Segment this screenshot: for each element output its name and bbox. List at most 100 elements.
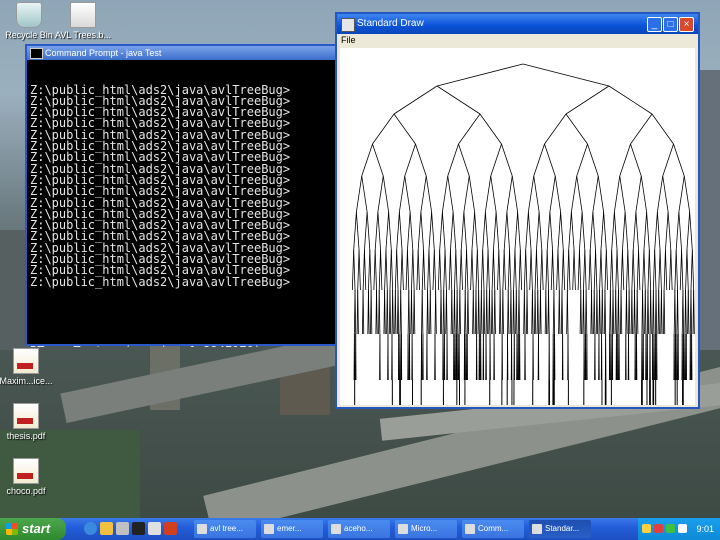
tree-edge [626,289,628,335]
tree-edge [511,175,519,213]
tree-edge [605,249,609,291]
tray-icon[interactable] [654,524,663,533]
desktop-icon-avl-trees[interactable]: AVL Trees.b... [48,2,118,40]
app-icon[interactable] [164,522,177,535]
taskbar-button[interactable]: emer... [261,520,323,538]
command-prompt-window[interactable]: Command Prompt - java Test Z:\public_htm… [25,44,345,347]
tree-edge [429,289,432,335]
tree-edge [593,249,596,291]
tree-edge [553,289,555,335]
tree-edge [619,175,626,213]
recycle-bin-icon [16,2,42,28]
ie-icon[interactable] [84,522,97,535]
tree-edge [493,211,497,251]
notepad-icon[interactable] [148,522,161,535]
tester-output: BTree Tester (version 1.3247179)insert (… [30,345,340,347]
desktop-icon-thesis[interactable]: thesis.pdf [0,403,61,441]
tree-edge [642,289,644,335]
tree-edge [482,211,486,251]
tree-edge [468,175,476,213]
standard-draw-titlebar[interactable]: Standard Draw _ □ × [337,14,698,34]
tree-edge [490,143,502,177]
taskbar-button[interactable]: aceho... [328,520,390,538]
tree-edge [503,211,508,251]
tree-edge [458,113,481,145]
menu-file[interactable]: File [341,35,356,45]
standard-draw-window[interactable]: Standard Draw _ □ × File [335,12,700,431]
tree-edge [656,211,661,251]
tray-icon[interactable] [642,524,651,533]
tree-edge [546,211,551,251]
tree-edge [447,175,454,213]
taskbar-button[interactable]: Micro... [395,520,457,538]
taskbar-button-label: Comm... [478,524,509,533]
taskbar-button[interactable]: avl tree... [194,520,256,538]
tree-edge [459,249,462,291]
tree-edge [354,289,357,335]
tree-edge [420,211,424,251]
tree-edge [577,249,580,291]
tree-edge [491,249,494,291]
avl-tree-drawing [351,63,695,431]
tree-edge [393,113,416,145]
taskbar-button[interactable]: Comm... [462,520,524,538]
tree-edge [624,211,629,251]
tree-edge [358,249,361,291]
tree-edge [611,211,615,251]
tree-edge [654,211,658,251]
console-output[interactable]: Z:\public_html\ads2\java\avlTreeBug> Z:\p… [27,60,343,347]
tree-edge [436,63,524,87]
tree-edge [401,249,404,291]
tree-edge [373,249,376,291]
tree-edge [613,211,618,251]
tree-edge [527,175,535,213]
drawing-canvas[interactable] [340,48,695,431]
tree-edge [486,289,488,335]
tree-edge [550,249,553,291]
folder-icon[interactable] [100,522,113,535]
desktop-icon-maxim[interactable]: Maxim...ice... [0,348,61,386]
tree-edge [583,289,585,335]
tree-edge [675,211,680,251]
minimize-button[interactable]: _ [647,17,662,32]
pdf-icon [13,403,39,429]
close-button[interactable]: × [679,17,694,32]
tree-edge [565,85,610,115]
tree-edge [545,289,547,335]
tree-edge [549,175,556,213]
tree-edge [554,175,562,213]
tree-edge [433,249,437,291]
tree-edge [441,211,446,251]
tree-edge [579,211,583,251]
volume-icon[interactable] [678,524,687,533]
tree-edge [364,249,367,291]
media-icon[interactable] [116,522,129,535]
network-icon[interactable] [666,524,675,533]
tree-edge [458,143,470,177]
tree-edge [665,249,668,291]
tree-edge [355,211,360,251]
tree-edge [397,289,400,335]
tree-edge [437,249,441,291]
tree-edge [374,249,377,291]
tree-edge [405,249,408,291]
tree-edge [366,211,371,251]
document-icon [70,2,96,28]
tree-edge [478,289,480,335]
tree-edge [499,289,502,335]
desktop-icon-choco[interactable]: choco.pdf [0,458,61,496]
tree-edge [580,289,582,335]
tree-edge [640,175,648,213]
tree-edge [484,211,489,251]
maximize-button[interactable]: □ [663,17,678,32]
command-prompt-titlebar[interactable]: Command Prompt - java Test [27,46,343,60]
start-button[interactable]: start [0,518,66,540]
taskbar-button[interactable]: Standar... [529,520,591,538]
tree-edge [635,175,642,213]
tree-edge [584,249,587,291]
console-icon[interactable] [132,522,145,535]
tree-edge [603,211,607,251]
tree-edge [587,143,599,177]
tree-edge [361,143,373,177]
tree-edge [525,211,529,251]
